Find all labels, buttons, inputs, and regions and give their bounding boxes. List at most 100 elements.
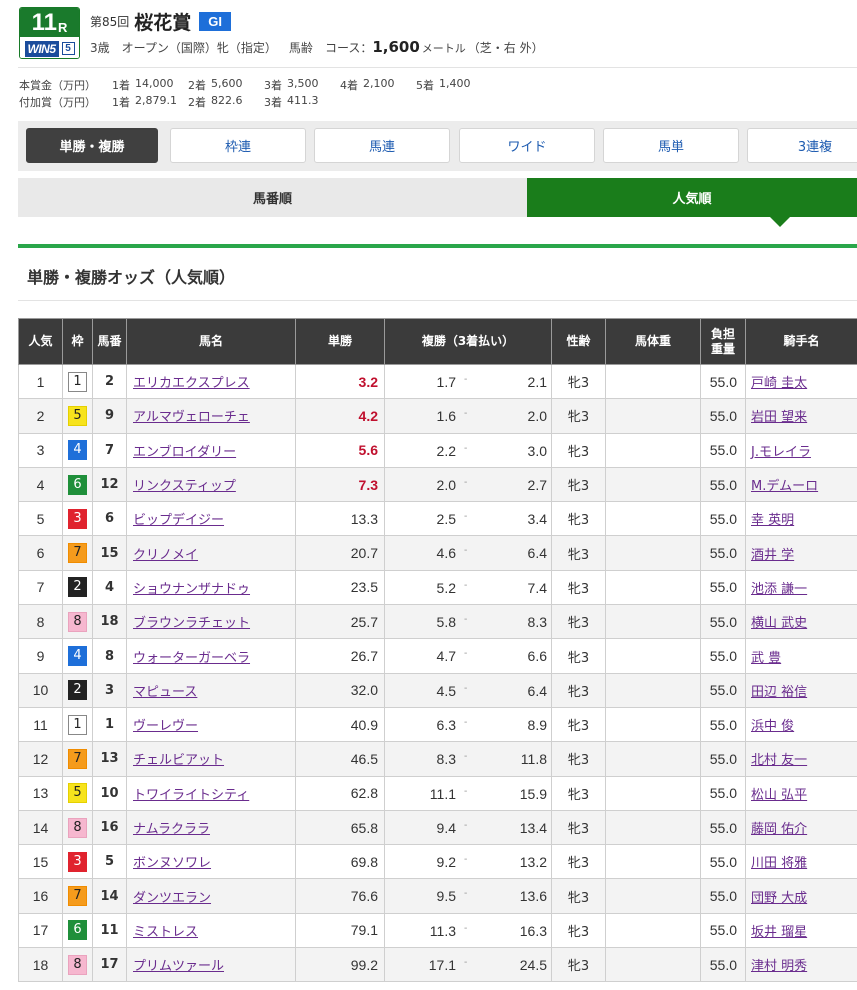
horse-number-cell: 18 [92,604,127,640]
place-odds-max: 15.9 [519,785,547,802]
col-horse-number[interactable]: 馬番 [92,318,127,365]
jockey-link[interactable]: 北村 友一 [751,753,807,768]
place-odds-min: 11.1 [429,785,456,802]
place-odds-max: 6.6 [527,648,547,665]
burden-weight-cell: 55.0 [700,912,746,949]
col-win-odds[interactable]: 単勝 [295,318,385,365]
bracket-cell: 8 [62,947,93,983]
race-surface: （芝・右 外） [467,41,544,55]
horse-number-cell: 9 [92,398,127,434]
jockey-link[interactable]: 藤岡 佑介 [751,822,807,837]
col-popularity[interactable]: 人気 [18,318,63,365]
jockey-link[interactable]: M.デムーロ [751,479,818,494]
body-weight-cell [605,432,701,468]
jockey-link[interactable]: 津村 明秀 [751,959,807,974]
sex-age-cell: 牝3 [551,809,606,846]
burden-weight-cell: 55.0 [700,363,746,400]
jockey-link[interactable]: 浜中 俊 [751,719,794,734]
place-odds-min: 17.1 [428,957,456,974]
jockey-link[interactable]: 酒井 学 [751,548,794,563]
body-weight-cell [605,363,701,400]
jockey-link[interactable]: 坂井 瑠星 [751,925,807,940]
col-burden-weight[interactable]: 負担 重量 [700,318,746,365]
horse-name-link[interactable]: アルマヴェローチェ [133,410,250,425]
race-number: 11 R [20,8,79,37]
sex-age-cell: 牝3 [551,878,606,914]
place-odds-max: 7.4 [527,579,547,596]
col-place-odds[interactable]: 複勝（3着払い） [384,318,552,365]
jockey-link[interactable]: 田辺 裕信 [751,685,807,700]
horse-name-link[interactable]: マピュース [133,685,197,700]
horse-name-cell: マピュース [126,672,296,708]
place-odds-cell: 4.5- 6.4 [384,672,552,708]
horse-name-link[interactable]: ショウナンザナドゥ [133,582,250,597]
horse-name-cell: エンブロイダリー [126,432,296,468]
sex-age-cell: 牝3 [551,501,606,537]
tab-win-place[interactable]: 単勝・複勝 [26,128,158,163]
horse-name-link[interactable]: プリムツァール [133,959,224,974]
jockey-link[interactable]: 戸崎 圭太 [751,376,807,391]
sort-by-horse-number[interactable]: 馬番順 [18,178,527,217]
jockey-link[interactable]: 川田 将雅 [751,856,807,871]
horse-name-link[interactable]: ブラウンラチェット [133,616,250,631]
tab-quinella[interactable]: 馬連 [314,128,450,163]
horse-name-link[interactable]: エリカエクスプレス [133,376,250,391]
col-jockey[interactable]: 騎手名 [745,318,857,365]
sort-by-popularity[interactable]: 人気順 [527,178,857,217]
prize-item: 1着 2,879.1 [112,94,177,109]
col-body-weight[interactable]: 馬体重 [605,318,701,365]
table-row: 8 8 18 ブラウンラチェット 25.7 5.8-8.3 牝3 55.0 横山 武史 [18,604,857,640]
col-horse-name[interactable]: 馬名 [126,318,296,365]
col-sex-age[interactable]: 性齢 [551,318,606,365]
place-odds-max: 8.9 [527,716,547,733]
horse-number-cell: 6 [92,501,127,537]
horse-name-link[interactable]: ナムラクララ [133,822,210,837]
bracket-badge: 1 [68,714,87,735]
sex-age-cell: 牝3 [551,363,606,400]
bracket-cell: 6 [62,912,93,949]
jockey-link[interactable]: 武 豊 [751,651,781,666]
horse-name-link[interactable]: エンブロイダリー [133,445,236,460]
horse-name-link[interactable]: チェルビアット [133,753,224,768]
jockey-link[interactable]: 池添 謙一 [751,582,807,597]
sex-age-cell: 牝3 [551,912,606,949]
horse-name-cell: クリノメイ [126,535,296,571]
jockey-link[interactable]: 団野 大成 [751,891,807,906]
tab-exacta[interactable]: 馬単 [603,128,739,163]
jockey-link[interactable]: 岩田 望来 [751,410,807,425]
jockey-link[interactable]: J.モレイラ [751,445,811,460]
tab-wide[interactable]: ワイド [459,128,595,163]
col-burden-line2: 重量 [710,341,735,356]
section-title: 単勝・複勝オッズ（人気順） [27,268,236,287]
jockey-link[interactable]: 松山 弘平 [751,788,807,803]
horse-number-cell: 11 [92,912,127,949]
horse-name-link[interactable]: ビップデイジー [133,513,224,528]
horse-name-link[interactable]: トワイライトシティ [133,788,249,803]
horse-name-link[interactable]: ダンツエラン [133,891,211,906]
horse-number-cell: 4 [92,569,127,606]
horse-name-link[interactable]: ミストレス [133,925,198,940]
horse-name-link[interactable]: ウォーターガーベラ [133,651,250,666]
horse-name-link[interactable]: リンクスティップ [133,479,236,494]
place-odds-cell: 8.3- 11.8 [384,741,552,777]
popularity-cell: 5 [18,501,63,537]
body-weight-cell [605,844,701,880]
place-odds-min: 9.4 [436,819,456,836]
sex-age-cell: 牝3 [551,535,606,571]
jockey-link[interactable]: 横山 武史 [751,616,807,631]
sex-age-cell: 牝3 [551,672,606,708]
tab-bracket-quinella[interactable]: 枠連 [170,128,306,163]
horse-name-link[interactable]: ヴーレヴー [133,719,198,734]
col-bracket[interactable]: 枠 [62,318,93,365]
jockey-cell: 武 豊 [745,638,857,674]
horse-name-link[interactable]: クリノメイ [133,548,198,563]
table-row: 15 3 5 ボンヌソワレ 69.8 9.2- 13.2 牝3 55.0 川田 将雅 [18,844,857,880]
body-weight-cell [605,706,701,743]
horse-name-link[interactable]: ボンヌソワレ [133,856,211,871]
horse-number-cell: 17 [92,947,127,983]
jockey-cell: 池添 謙一 [745,569,857,606]
tab-trio[interactable]: 3連複 [747,128,857,163]
prize-item: 4着 2,100 [340,77,395,92]
jockey-link[interactable]: 幸 英明 [751,513,794,528]
win-odds-cell: 99.2 [295,947,385,983]
